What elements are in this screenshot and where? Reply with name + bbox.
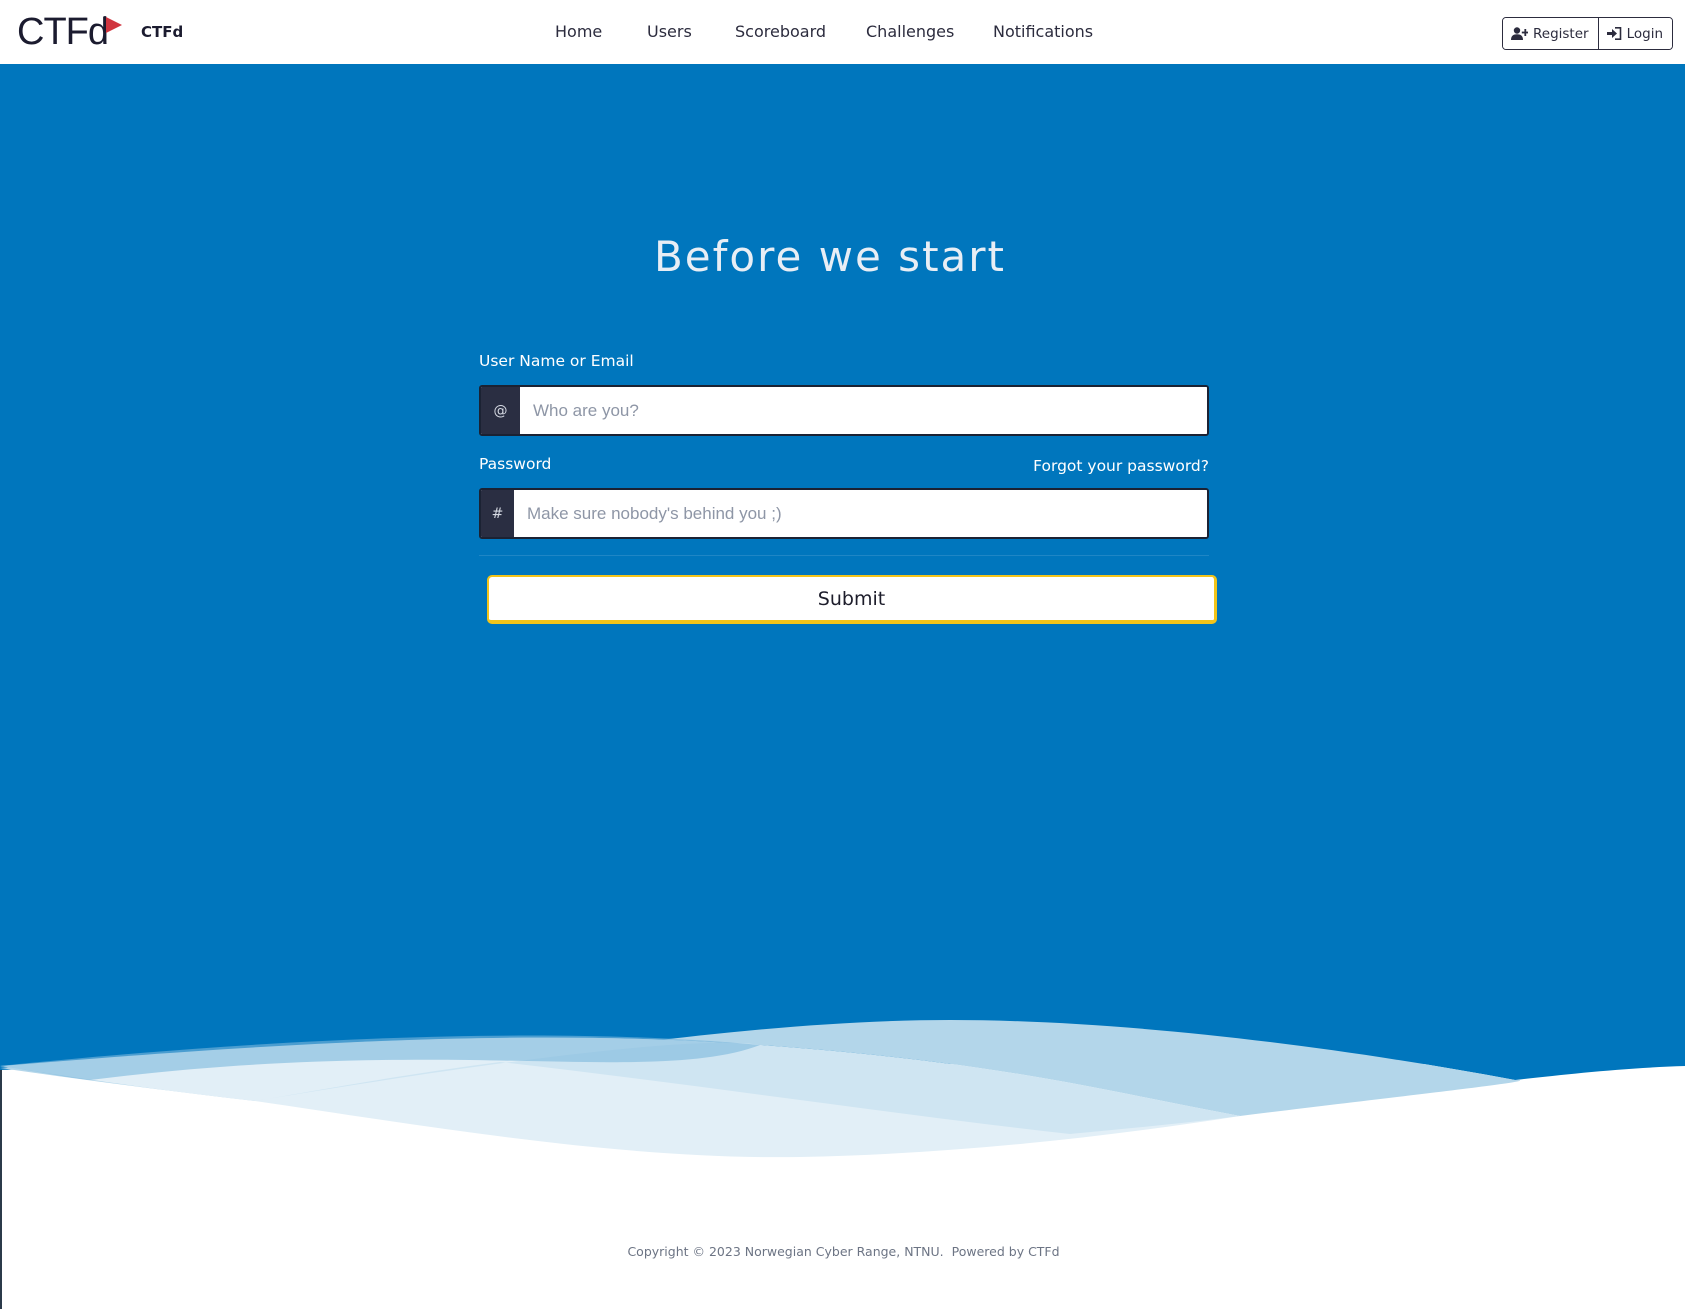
forgot-password-link[interactable]: Forgot your password? (1033, 457, 1209, 475)
submit-button[interactable]: Submit (487, 575, 1217, 624)
nav-home-link[interactable]: Home (555, 22, 602, 41)
at-sign-addon: @ (481, 387, 520, 434)
nav-challenges-link[interactable]: Challenges (866, 22, 954, 41)
footer: Copyright © 2023 Norwegian Cyber Range, … (0, 1244, 1685, 1259)
register-label: Register (1533, 25, 1589, 42)
decorative-waves (0, 1000, 1685, 1158)
nav-users-link[interactable]: Users (647, 22, 692, 41)
user-plus-icon (1511, 27, 1528, 40)
username-input-group: @ (479, 385, 1209, 436)
footer-powered-by-link[interactable]: Powered by CTFd (948, 1244, 1060, 1259)
nav-notifications-link[interactable]: Notifications (993, 22, 1093, 41)
logo-text: CTFd (17, 11, 109, 53)
ctfd-logo: CTFd (17, 10, 122, 54)
footer-copyright: Copyright © 2023 Norwegian Cyber Range, … (627, 1244, 944, 1259)
password-label-row: Password Forgot your password? (479, 455, 1209, 477)
nav-links: Home Users Scoreboard Challenges Notific… (0, 0, 1685, 64)
brand-name: CTFd (141, 23, 184, 41)
password-label: Password (479, 455, 552, 473)
top-navbar: CTFd CTFd Home Users Scoreboard Challeng… (0, 0, 1685, 64)
sign-in-icon (1606, 27, 1621, 40)
password-input-group: # (479, 488, 1209, 539)
auth-button-group: Register Login (1502, 17, 1674, 50)
login-form: User Name or Email @ Password Forgot you… (479, 352, 1217, 624)
login-label: Login (1626, 25, 1664, 42)
password-input[interactable] (514, 490, 1207, 537)
brand-link[interactable]: CTFd CTFd (17, 10, 183, 54)
nav-scoreboard-link[interactable]: Scoreboard (735, 22, 826, 41)
hash-addon: # (481, 490, 514, 537)
form-divider (479, 555, 1209, 556)
page-title: Before we start (653, 232, 1007, 281)
username-label: User Name or Email (479, 352, 634, 370)
login-button[interactable]: Login (1597, 18, 1673, 49)
hero-section: Before we start User Name or Email @ Pas… (0, 64, 1685, 1064)
register-button[interactable]: Register (1503, 18, 1598, 49)
flag-icon (104, 16, 122, 42)
username-input[interactable] (520, 387, 1207, 434)
